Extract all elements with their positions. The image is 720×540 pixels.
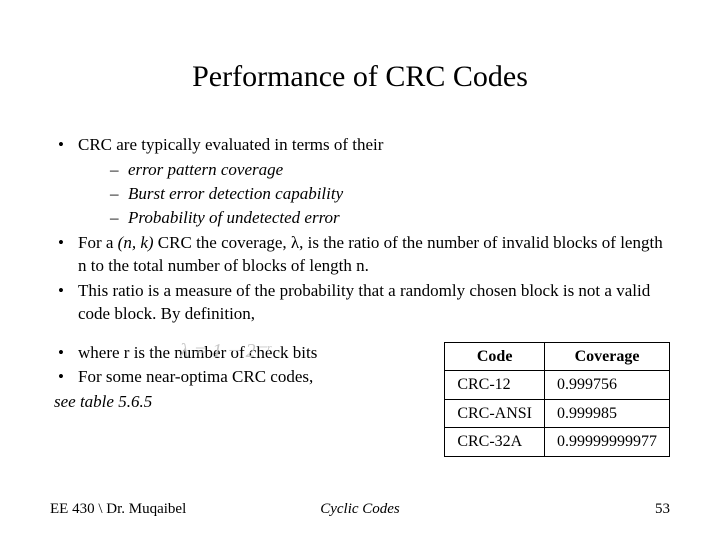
- th-coverage: Coverage: [545, 342, 670, 371]
- table-row: CRC-12 0.999756: [445, 371, 670, 400]
- table-header-row: Code Coverage: [445, 342, 670, 371]
- footer-page-number: 53: [655, 501, 670, 518]
- cell-code: CRC-ANSI: [445, 399, 545, 428]
- bullet-1-text: CRC are typically evaluated in terms of …: [78, 135, 383, 154]
- slide-content: CRC are typically evaluated in terms of …: [50, 134, 670, 457]
- lower-bullets: where r is the number of check bits λ = …: [50, 342, 430, 390]
- bullet-2-nk: (n, k): [118, 233, 154, 252]
- sub-2: Burst error detection capability: [106, 183, 670, 206]
- th-code: Code: [445, 342, 545, 371]
- bullet-5: For some near-optima CRC codes,: [50, 366, 430, 389]
- table-row: CRC-ANSI 0.999985: [445, 399, 670, 428]
- cell-code: CRC-12: [445, 371, 545, 400]
- bullet-4: where r is the number of check bits λ = …: [50, 342, 430, 365]
- footer: EE 430 \ Dr. Muqaibel Cyclic Codes 53: [50, 501, 670, 518]
- bullet-1: CRC are typically evaluated in terms of …: [50, 134, 670, 230]
- bullet-2: For a (n, k) CRC the coverage, λ, is the…: [50, 232, 670, 278]
- bullet-2-post: CRC the coverage, λ, is the ratio of the…: [78, 233, 663, 275]
- see-line: see table 5.6.5: [54, 391, 430, 414]
- bullet-3: This ratio is a measure of the probabili…: [50, 280, 670, 326]
- bullet-4-text: where r is the number of check bits: [78, 343, 317, 362]
- bullet-list: CRC are typically evaluated in terms of …: [50, 134, 670, 326]
- bullet-2-pre: For a: [78, 233, 118, 252]
- footer-center: Cyclic Codes: [320, 501, 400, 518]
- coverage-table: Code Coverage CRC-12 0.999756 CRC-ANSI 0…: [444, 342, 670, 457]
- slide-title: Performance of CRC Codes: [50, 60, 670, 94]
- slide: Performance of CRC Codes CRC are typical…: [0, 0, 720, 540]
- lower-row: where r is the number of check bits λ = …: [50, 342, 670, 457]
- table-row: CRC-32A 0.99999999977: [445, 428, 670, 457]
- cell-coverage: 0.999756: [545, 371, 670, 400]
- lower-left: where r is the number of check bits λ = …: [50, 342, 430, 415]
- cell-code: CRC-32A: [445, 428, 545, 457]
- sub-3: Probability of undetected error: [106, 207, 670, 230]
- table-wrap: Code Coverage CRC-12 0.999756 CRC-ANSI 0…: [444, 342, 670, 457]
- cell-coverage: 0.999985: [545, 399, 670, 428]
- sub-list: error pattern coverage Burst error detec…: [106, 159, 670, 230]
- footer-left: EE 430 \ Dr. Muqaibel: [50, 501, 186, 518]
- cell-coverage: 0.99999999977: [545, 428, 670, 457]
- sub-1: error pattern coverage: [106, 159, 670, 182]
